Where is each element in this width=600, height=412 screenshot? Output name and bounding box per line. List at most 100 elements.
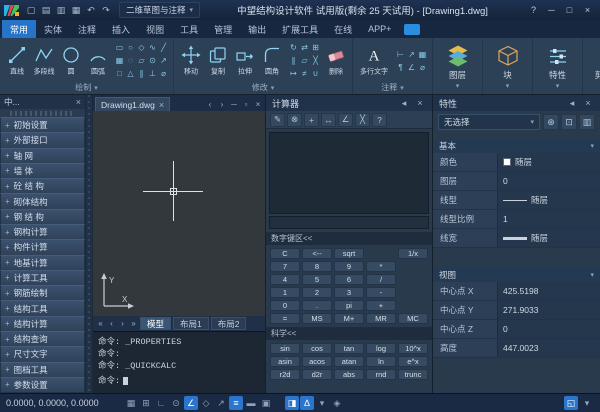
science-key[interactable]: rnd [366,369,396,380]
science-key[interactable]: acos [302,356,332,367]
ellipse-icon[interactable]: ○ [125,41,136,54]
close-icon[interactable]: × [159,100,164,110]
offset-icon[interactable]: ∥ [288,54,299,67]
sidebar-item[interactable]: 结构查询 [0,331,85,347]
maximize-icon[interactable]: □ [561,3,578,18]
science-key[interactable]: r2d [270,369,300,380]
science-key[interactable]: d2r [302,369,332,380]
close-icon[interactable]: × [582,98,594,108]
diameter-icon[interactable]: ⌀ [158,67,169,80]
sidebar-item[interactable]: 结构计算 [0,316,85,332]
minimize-icon[interactable]: ─ [543,3,560,18]
polar-toggle[interactable]: ⊙ [169,396,183,410]
property-row-value[interactable]: 0 [497,172,600,190]
region-icon[interactable]: ▱ [136,54,147,67]
dyn-toggle[interactable]: ≡ [229,396,243,410]
draw-group-title[interactable]: 绘制 ▾ [2,81,171,94]
property-row-value[interactable]: 随层 [497,153,600,171]
divide-icon[interactable]: ∥ [136,67,147,80]
ortho-toggle[interactable]: ∟ [154,396,168,410]
extend-icon[interactable]: ↦ [288,67,299,80]
mtext-button[interactable]: A 多行文字 [357,45,391,77]
tab-online[interactable]: 在线 [326,20,360,38]
measure-icon[interactable]: ⊥ [147,67,158,80]
trim-icon[interactable]: ╳ [310,54,321,67]
tab-express[interactable]: 扩展工具 [274,20,326,38]
sidebar-item[interactable]: 墙 体 [0,163,85,179]
tab-solid[interactable]: 实体 [36,20,70,38]
distance-icon[interactable]: ↔ [321,113,336,127]
sidebar-item[interactable]: 钢筋绘制 [0,285,85,301]
calc-key[interactable]: . [302,300,332,311]
intersection-icon[interactable]: ╳ [355,113,370,127]
rectangle-icon[interactable]: ▭ [114,41,125,54]
scale-icon[interactable]: ▱ [299,54,310,67]
open-file-icon[interactable]: ▤ [39,3,53,17]
sidebar-item[interactable]: 构件计算 [0,239,85,255]
property-row-value[interactable]: 425.5198 [497,282,600,300]
science-key[interactable]: trunc [398,369,428,380]
layers-panel-button[interactable]: 图层 ▾ [435,38,480,94]
calc-key[interactable]: 7 [270,261,300,272]
calc-key[interactable]: / [366,274,396,285]
toggle-pickadd-button[interactable]: ⊕ [543,114,559,130]
layout2-tab[interactable]: 布局2 [211,317,247,330]
sidebar-item[interactable]: 砌体结构 [0,193,85,209]
spline-icon[interactable]: ∿ [147,41,158,54]
polygon-icon[interactable]: ◇ [136,41,147,54]
vip-badge-icon[interactable] [404,24,420,35]
sidebar-item[interactable]: 轴 网 [0,148,85,164]
block-panel-button[interactable]: 块 ▾ [485,38,530,94]
donut-icon[interactable]: ⊙ [147,54,158,67]
workspace-gear-button[interactable]: ◈ [330,396,344,410]
property-row-value[interactable]: 1 [497,210,600,228]
science-key[interactable]: log [366,343,396,354]
break-icon[interactable]: ≠ [299,67,310,80]
science-key[interactable]: 10^x [398,343,428,354]
property-row-value[interactable]: 随层 [497,191,600,209]
sidebar-item[interactable]: 地基计算 [0,255,85,271]
angular-dimension-icon[interactable]: ∠ [406,61,417,74]
property-row-value[interactable]: 随层 [497,229,600,247]
osnap-toggle[interactable]: ∠ [184,396,198,410]
science-key[interactable]: atan [334,356,364,367]
arc-button[interactable]: 圆弧 [85,45,110,77]
mirror-icon[interactable]: ⇄ [299,41,310,54]
ray-icon[interactable]: ↗ [158,54,169,67]
sidebar-item[interactable]: 尺寸文字 [0,346,85,362]
sidebar-item[interactable]: 参数设置 [0,377,85,393]
science-key[interactable]: cos [302,343,332,354]
tab-annotation[interactable]: 注释 [70,20,104,38]
copy-button[interactable]: 复制 [205,45,230,77]
property-row-value[interactable]: 447.0023 [497,339,600,357]
redo-icon[interactable]: ↷ [99,3,113,17]
close-icon[interactable]: × [76,97,81,107]
undo-icon[interactable]: ↶ [84,3,98,17]
calc-key[interactable]: pi [334,300,364,311]
modify-group-title[interactable]: 修改 ▾ [176,81,350,94]
lwt-toggle[interactable]: ▬ [244,396,258,410]
calc-key[interactable]: + [366,300,396,311]
section-view-header[interactable]: 视图 ▾ [433,268,600,282]
calc-key[interactable]: 1 [270,287,300,298]
selection-dropdown[interactable]: 无选择 ▾ [438,114,540,130]
plot-icon[interactable]: ▦ [69,3,83,17]
tab-app[interactable]: APP+ [360,20,399,38]
tab-view[interactable]: 视图 [138,20,172,38]
annotation-visibility-button[interactable]: ▾ [315,396,329,410]
sidebar-item[interactable]: 结构工具 [0,300,85,316]
calc-key[interactable]: MR [366,313,396,324]
command-prompt-line[interactable]: 命令: [98,374,260,386]
next-layout-icon[interactable]: › [118,319,127,328]
calc-key[interactable]: C [270,248,300,259]
cycle-toggle[interactable]: ▣ [259,396,273,410]
panel-splitter[interactable] [86,95,93,393]
calc-key[interactable]: 9 [334,261,364,272]
close-icon[interactable]: × [414,98,426,108]
science-section-header[interactable]: 科学<< [266,327,432,340]
fillet-button[interactable]: 圆角 [259,45,284,77]
tab-home[interactable]: 常用 [2,20,36,38]
calc-key[interactable]: MS [302,313,332,324]
calc-key[interactable]: <-- [302,248,332,259]
sidebar-item[interactable]: 钢构计算 [0,224,85,240]
